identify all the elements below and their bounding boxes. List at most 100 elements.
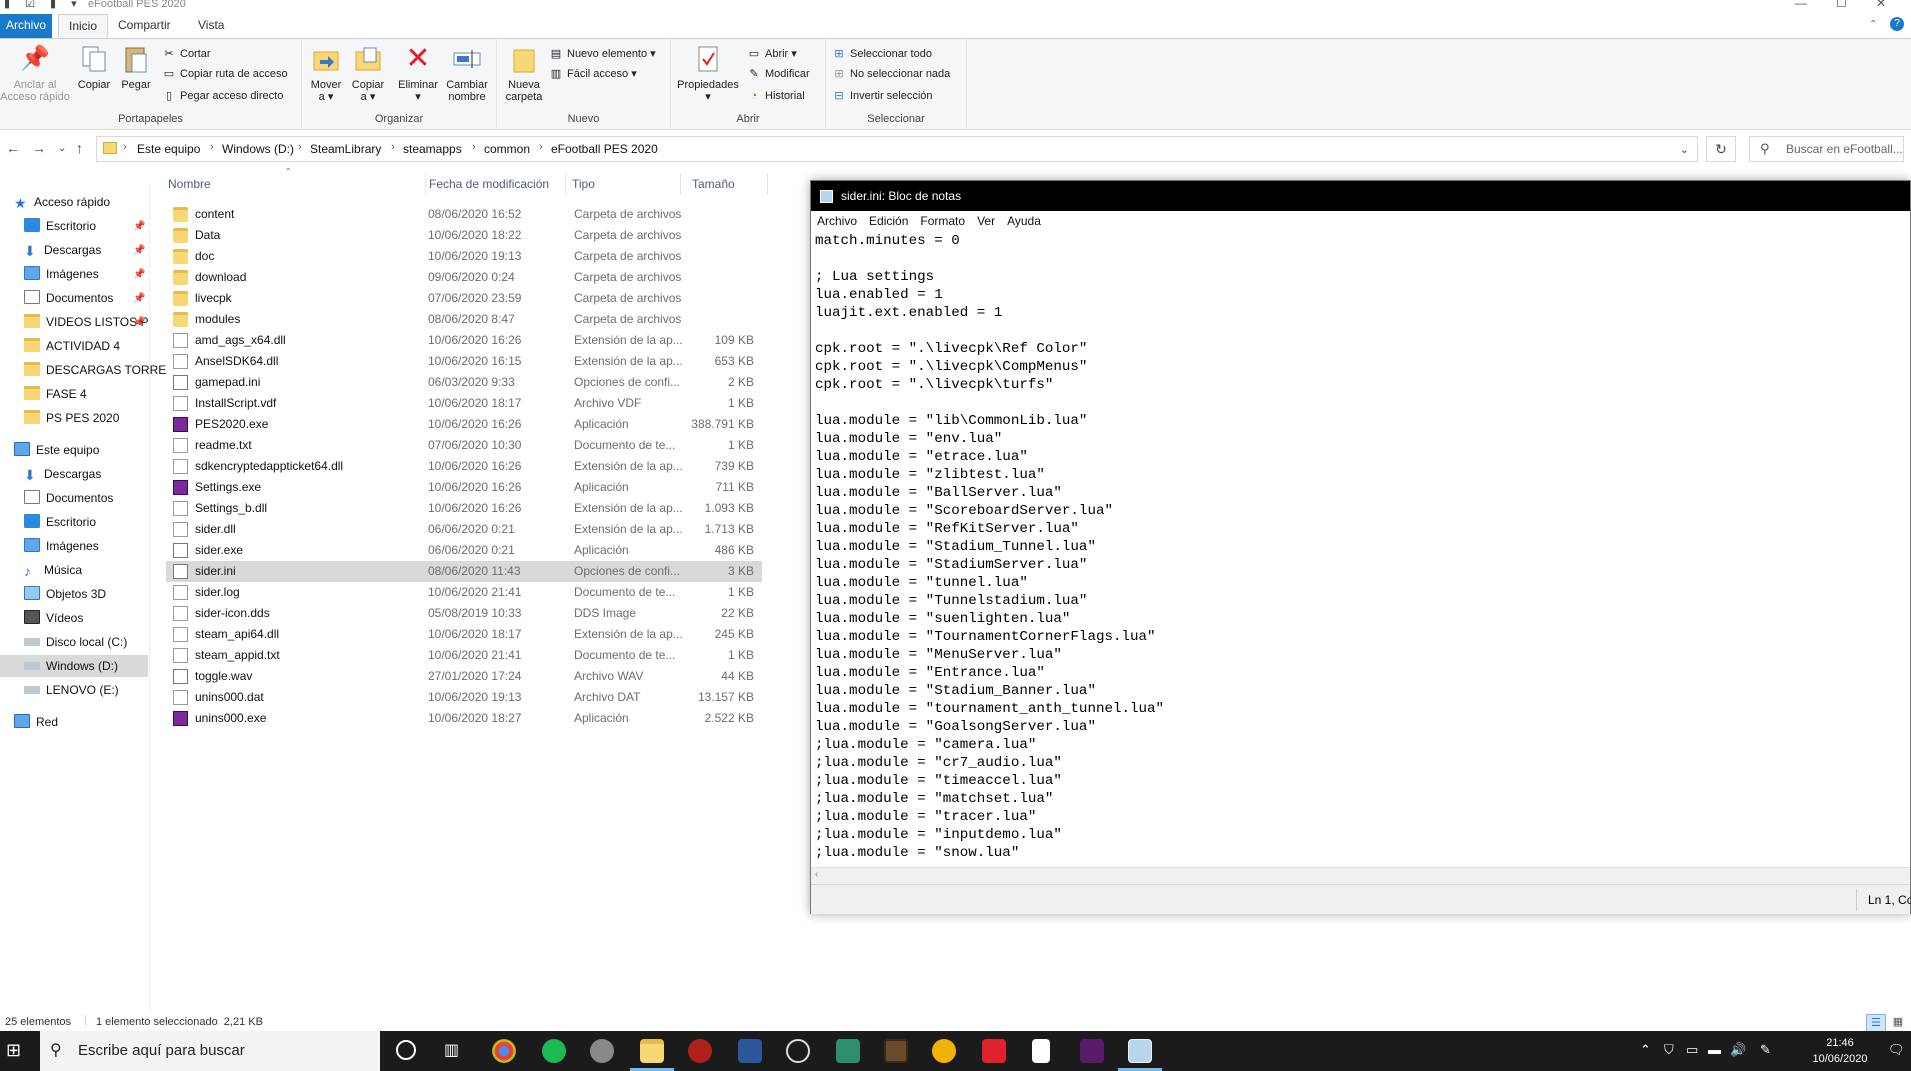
display-icon[interactable]: ▭ xyxy=(1686,1042,1698,1058)
file-row[interactable]: sider.ini 08/06/2020 11:43 Opciones de con… xyxy=(166,561,762,582)
clock[interactable]: 21:46 10/06/2020 xyxy=(1800,1035,1880,1067)
file-row[interactable]: sdkencryptedappticket64.dll 10/06/2020 16… xyxy=(166,456,762,477)
breadcrumb-efootball[interactable]: eFootball PES 2020 xyxy=(551,142,658,156)
minimize-icon[interactable]: — xyxy=(1795,0,1807,10)
file-row[interactable]: amd_ags_x64.dll 10/06/2020 16:26 Extensión… xyxy=(166,330,762,351)
nav-quick-descargas[interactable]: ⬇ Descargas xyxy=(24,239,101,261)
tab-compartir[interactable]: Compartir xyxy=(108,14,181,38)
chevron-down-icon[interactable]: ⌄ xyxy=(1680,143,1689,156)
notifications-icon[interactable]: 🗨 xyxy=(1888,1042,1905,1058)
notepad-title-bar[interactable]: sider.ini: Bloc de notas xyxy=(811,181,1910,211)
pdf-icon[interactable] xyxy=(982,1039,1006,1063)
column-divider[interactable] xyxy=(565,173,566,195)
copy-path-button[interactable]: ▭ Copiar ruta de acceso xyxy=(162,65,288,83)
menu-ayuda[interactable]: Ayuda xyxy=(1001,211,1047,231)
nav-pc-musica[interactable]: ♪ Música xyxy=(24,559,82,581)
notepad-icon[interactable] xyxy=(1128,1039,1152,1063)
horizontal-scrollbar[interactable]: ‹ xyxy=(811,867,1910,884)
file-row[interactable]: sider.exe 06/06/2020 0:21 Aplicación 486 KB xyxy=(166,540,762,561)
copy-to-button[interactable]: Copiar a ▾ xyxy=(348,43,388,103)
app-icon[interactable] xyxy=(932,1039,956,1063)
cortana-icon[interactable] xyxy=(396,1040,416,1060)
breadcrumb-este-equipo[interactable]: Este equipo xyxy=(137,142,200,156)
column-header-date[interactable]: Fecha de modificación xyxy=(429,177,549,191)
delete-button[interactable]: ✕ Eliminar ▾ xyxy=(396,43,440,104)
details-view-icon[interactable]: ☰ xyxy=(1866,1014,1886,1032)
nav-quick-descargas-torre[interactable]: DESCARGAS TORRE xyxy=(24,359,166,381)
nav-acceso-rapido[interactable]: ★ Acceso rápido xyxy=(14,191,110,213)
file-row[interactable]: sider.dll 06/06/2020 0:21 Extensión de la … xyxy=(166,519,762,540)
nav-quick-ps-pes-2020[interactable]: PS PES 2020 xyxy=(24,407,119,429)
new-item-button[interactable]: ▤ Nuevo elemento ▾ xyxy=(549,45,656,63)
properties-button[interactable]: Propiedades ▾ xyxy=(675,43,741,103)
task-view-icon[interactable]: ▥ xyxy=(444,1040,459,1060)
premiere-icon[interactable] xyxy=(1080,1039,1104,1063)
nav-pc-windows-d[interactable]: Windows (D:) xyxy=(0,655,148,677)
menu-archivo[interactable]: Archivo xyxy=(811,211,863,231)
breadcrumb-common[interactable]: common xyxy=(484,142,530,156)
address-box[interactable]: › Este equipo › Windows (D:) › SteamLibr… xyxy=(96,136,1698,162)
file-row[interactable]: gamepad.ini 06/03/2020 9:33 Opciones de co… xyxy=(166,372,762,393)
scroll-left-icon[interactable]: ‹ xyxy=(815,869,818,880)
nav-pc-lenovo-e[interactable]: LENOVO (E:) xyxy=(24,679,119,701)
notepad-text-area[interactable]: match.minutes = 0 ; Lua settings lua.enabl… xyxy=(815,232,1905,864)
file-row[interactable]: sider.log 10/06/2020 21:41 Documento de te… xyxy=(166,582,762,603)
invert-selection-button[interactable]: ⊟ Invertir selección xyxy=(832,87,932,105)
nav-pc-disco-c[interactable]: Disco local (C:) xyxy=(24,631,127,653)
up-icon[interactable]: ↑ xyxy=(76,140,83,156)
new-folder-button[interactable]: Nueva carpeta xyxy=(501,43,547,103)
breadcrumb-steamlibrary[interactable]: SteamLibrary xyxy=(310,142,381,156)
easy-access-button[interactable]: ▥ Fácil acceso ▾ xyxy=(549,65,637,83)
pin-quick-access-button[interactable]: 📌 Anclar al Acceso rápido xyxy=(0,43,70,104)
large-icons-view-icon[interactable]: ▦ xyxy=(1889,1014,1907,1032)
column-divider[interactable] xyxy=(425,173,426,195)
file-row[interactable]: InstallScript.vdf 10/06/2020 18:17 Archivo… xyxy=(166,393,762,414)
breadcrumb-steamapps[interactable]: steamapps xyxy=(403,142,462,156)
file-row[interactable]: sider-icon.dds 05/08/2019 10:33 DDS Image 2… xyxy=(166,603,762,624)
obs-icon[interactable] xyxy=(786,1039,810,1063)
file-row[interactable]: toggle.wav 27/01/2020 17:24 Archivo WAV 44 … xyxy=(166,666,762,687)
back-icon[interactable]: ← xyxy=(6,140,20,156)
move-to-button[interactable]: Mover a ▾ xyxy=(306,43,346,103)
nav-pc-descargas[interactable]: ⬇ Descargas xyxy=(24,463,101,485)
file-row[interactable]: doc 10/06/2020 19:13 Carpeta de archivos xyxy=(166,246,762,267)
search-input[interactable]: ⚲ Buscar en eFootball... xyxy=(1749,136,1904,162)
volume-icon[interactable]: 🔊 xyxy=(1730,1042,1746,1058)
file-row[interactable]: Data 10/06/2020 18:22 Carpeta de archivos xyxy=(166,225,762,246)
chevron-up-icon[interactable]: ⌃ xyxy=(1640,1042,1651,1058)
file-row[interactable]: Settings_b.dll 10/06/2020 16:26 Extensión … xyxy=(166,498,762,519)
nav-quick-imagenes[interactable]: Imágenes xyxy=(24,263,99,285)
paste-shortcut-button[interactable]: ▯ Pegar acceso directo xyxy=(162,87,283,105)
nav-quick-fase-4[interactable]: FASE 4 xyxy=(24,383,87,405)
tab-inicio[interactable]: Inicio xyxy=(58,14,109,38)
select-none-button[interactable]: ⊞ No seleccionar nada xyxy=(832,65,950,83)
defender-icon[interactable]: ⛉ xyxy=(1664,1042,1674,1058)
nav-pc-documentos[interactable]: Documentos xyxy=(24,487,113,509)
app-icon[interactable] xyxy=(836,1039,860,1063)
nav-este-equipo[interactable]: Este equipo xyxy=(14,439,99,461)
word-icon[interactable] xyxy=(738,1039,762,1063)
file-row[interactable]: PES2020.exe 10/06/2020 16:26 Aplicación 388… xyxy=(166,414,762,435)
select-all-button[interactable]: ⊞ Seleccionar todo xyxy=(832,45,932,63)
nav-pc-escritorio[interactable]: Escritorio xyxy=(24,511,96,533)
nav-pc-objetos-3d[interactable]: Objetos 3D xyxy=(24,583,106,605)
davinci-icon[interactable] xyxy=(688,1039,712,1063)
tab-archivo[interactable]: Archivo xyxy=(0,14,53,38)
file-row[interactable]: unins000.dat 10/06/2020 19:13 Archivo DAT 1… xyxy=(166,687,762,708)
nav-red[interactable]: Red xyxy=(14,711,58,733)
edit-button[interactable]: ✎ Modificar xyxy=(747,65,809,83)
close-icon[interactable]: ✕ xyxy=(1876,0,1886,10)
refresh-button[interactable]: ↻ xyxy=(1706,136,1736,162)
column-header-type[interactable]: Tipo xyxy=(572,177,595,191)
maximize-icon[interactable]: ☐ xyxy=(1836,0,1847,10)
nav-quick-actividad-4[interactable]: ACTIVIDAD 4 xyxy=(24,335,120,357)
spotify-icon[interactable] xyxy=(542,1039,566,1063)
rename-button[interactable]: Cambiar nombre xyxy=(442,43,492,103)
taskbar-search-input[interactable]: ⚲ Escribe aquí para buscar xyxy=(40,1031,380,1071)
file-row[interactable]: modules 08/06/2020 8:47 Carpeta de archivo… xyxy=(166,309,762,330)
column-divider[interactable] xyxy=(680,173,681,195)
app-icon[interactable] xyxy=(590,1039,614,1063)
nav-pc-videos[interactable]: Vídeos xyxy=(24,607,83,629)
nav-quick-escritorio[interactable]: Escritorio xyxy=(24,215,96,237)
nav-quick-videos-listos[interactable]: VIDEOS LISTOS P xyxy=(24,311,148,333)
